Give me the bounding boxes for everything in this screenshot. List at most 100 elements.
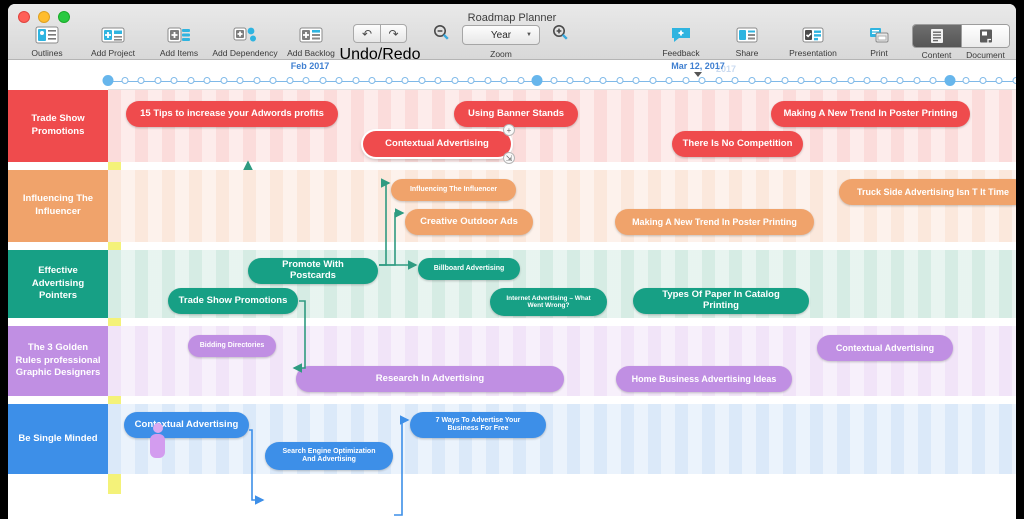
task-pill[interactable]: Billboard Advertising [418, 258, 520, 280]
resource-avatar[interactable] [150, 423, 165, 458]
zoom-level-select[interactable]: Year ▼ [462, 25, 540, 45]
task-pill[interactable]: 15 Tips to increase your Adwords profits [126, 101, 338, 127]
view-mode-document-button[interactable] [961, 25, 1009, 47]
ruler-tick[interactable] [963, 77, 970, 84]
row-label-1[interactable]: Influencing The Influencer [8, 170, 108, 242]
ruler-tick[interactable] [583, 77, 590, 84]
task-pill[interactable]: Promote With Postcards [248, 258, 378, 284]
redo-button[interactable]: ↷ [380, 24, 407, 43]
ruler-tick[interactable] [831, 77, 838, 84]
ruler-tick[interactable] [550, 77, 557, 84]
ruler-tick[interactable] [798, 77, 805, 84]
toolbar-button-share[interactable]: Share [714, 24, 780, 58]
ruler-tick[interactable] [385, 77, 392, 84]
ruler-tick[interactable] [1013, 77, 1017, 84]
row-label-4[interactable]: Be Single Minded [8, 404, 108, 474]
ruler-tick[interactable] [303, 77, 310, 84]
task-pill[interactable]: Search Engine Optimization And Advertisi… [265, 442, 393, 470]
ruler-tick[interactable] [600, 77, 607, 84]
ruler-tick[interactable] [913, 77, 920, 84]
ruler-tick-highlight[interactable] [103, 75, 114, 86]
ruler-tick[interactable] [930, 77, 937, 84]
toolbar-button-feedback[interactable]: Feedback [648, 24, 714, 58]
ruler-tick[interactable] [204, 77, 211, 84]
ruler-tick[interactable] [996, 77, 1003, 84]
task-pill[interactable]: Making A New Trend In Poster Printing [615, 209, 814, 235]
task-pill[interactable]: Bidding Directories [188, 335, 276, 357]
ruler-tick[interactable] [468, 77, 475, 84]
toolbar-button-add-items[interactable]: Add Items [146, 24, 212, 58]
zoom-out-icon[interactable] [433, 24, 450, 46]
toolbar-button-add-backlog[interactable]: Add Backlog [278, 24, 344, 58]
ruler-tick[interactable] [897, 77, 904, 84]
ruler-tick[interactable] [171, 77, 178, 84]
undo-button[interactable]: ↶ [353, 24, 380, 43]
toolbar-button-add-project[interactable]: Add Project [80, 24, 146, 58]
ruler-tick[interactable] [121, 77, 128, 84]
ruler-tick[interactable] [814, 77, 821, 84]
ruler-tick[interactable] [237, 77, 244, 84]
ruler-tick[interactable] [880, 77, 887, 84]
ruler-tick[interactable] [699, 77, 706, 84]
ruler-tick[interactable] [369, 77, 376, 84]
row-label-3[interactable]: The 3 Golden Rules professional Graphic … [8, 326, 108, 396]
task-pill[interactable]: 7 Ways To Advertise Your Business For Fr… [410, 412, 546, 438]
ruler-tick[interactable] [682, 77, 689, 84]
ruler-tick-highlight[interactable] [944, 75, 955, 86]
ruler-tick[interactable] [435, 77, 442, 84]
task-pill[interactable]: Contextual Advertising [124, 412, 249, 438]
ruler-tick[interactable] [864, 77, 871, 84]
ruler-tick[interactable] [649, 77, 656, 84]
task-pill[interactable]: There Is No Competition [672, 131, 803, 157]
task-pill[interactable]: Truck Side Advertising Isn T It Time [839, 179, 1016, 205]
ruler-tick[interactable] [666, 77, 673, 84]
toolbar-button-outlines[interactable]: Outlines [14, 24, 80, 58]
ruler-tick[interactable] [501, 77, 508, 84]
task-pill[interactable]: Making A New Trend In Poster Printing [771, 101, 970, 127]
ruler-tick[interactable] [286, 77, 293, 84]
ruler-tick[interactable] [187, 77, 194, 84]
task-pill[interactable]: Using Banner Stands [454, 101, 578, 127]
ruler-tick[interactable] [402, 77, 409, 84]
ruler-tick[interactable] [517, 77, 524, 84]
row-label-0[interactable]: Trade Show Promotions [8, 90, 108, 162]
ruler-tick[interactable] [336, 77, 343, 84]
task-pill[interactable]: Contextual Advertising [817, 335, 953, 361]
zoom-in-icon[interactable] [552, 24, 569, 46]
ruler-tick[interactable] [567, 77, 574, 84]
resize-handle-icon[interactable]: ⇲ [503, 152, 515, 164]
toolbar-button-presentation[interactable]: Presentation [780, 24, 846, 58]
task-pill[interactable]: Research In Advertising [296, 366, 564, 392]
ruler-tick[interactable] [253, 77, 260, 84]
row-label-2[interactable]: Effective Advertising Pointers [8, 250, 108, 318]
task-pill[interactable]: Internet Advertising – What Went Wrong? [490, 288, 607, 316]
task-pill[interactable]: Contextual Advertising [363, 131, 511, 157]
ruler-tick[interactable] [616, 77, 623, 84]
ruler-tick-highlight[interactable] [532, 75, 543, 86]
ruler-tick[interactable] [270, 77, 277, 84]
task-pill[interactable]: Creative Outdoor Ads [405, 209, 533, 235]
toolbar-button-print[interactable]: Print [846, 24, 912, 58]
ruler-tick[interactable] [418, 77, 425, 84]
ruler-tick[interactable] [765, 77, 772, 84]
ruler-tick[interactable] [154, 77, 161, 84]
ruler-tick[interactable] [715, 77, 722, 84]
ruler-tick[interactable] [352, 77, 359, 84]
ruler-tick[interactable] [781, 77, 788, 84]
ruler-tick[interactable] [220, 77, 227, 84]
view-mode-content-button[interactable] [913, 25, 961, 47]
ruler-tick[interactable] [484, 77, 491, 84]
ruler-tick[interactable] [451, 77, 458, 84]
ruler-tick[interactable] [979, 77, 986, 84]
task-pill[interactable]: Types Of Paper In Catalog Printing [633, 288, 809, 314]
task-pill[interactable]: Home Business Advertising Ideas [616, 366, 792, 392]
task-pill[interactable]: Trade Show Promotions [168, 288, 298, 314]
roadmap-canvas[interactable]: Trade Show Promotions 15 Tips to increase… [8, 90, 1016, 494]
task-pill[interactable]: Influencing The Influencer [391, 179, 516, 201]
ruler-tick[interactable] [319, 77, 326, 84]
ruler-tick[interactable] [633, 77, 640, 84]
ruler-tick[interactable] [847, 77, 854, 84]
toolbar-button-add-dependency[interactable]: Add Dependency [212, 24, 278, 58]
ruler-tick[interactable] [748, 77, 755, 84]
add-dependency-handle-icon[interactable]: + [503, 124, 515, 136]
